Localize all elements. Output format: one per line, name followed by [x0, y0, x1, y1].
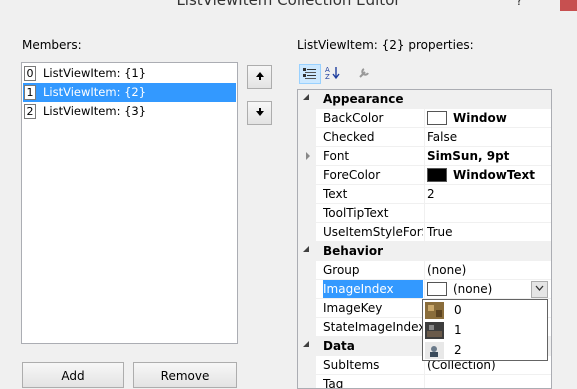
categorized-button[interactable] — [299, 64, 321, 84]
item-label: ListViewItem: {3} — [43, 104, 147, 118]
image-thumbnail — [425, 342, 444, 359]
property-value[interactable]: SimSun, 9pt — [427, 147, 551, 166]
list-item[interactable]: 2 ListViewItem: {3} — [23, 102, 236, 121]
property-row[interactable]: Checked False — [298, 128, 551, 147]
collapse-icon[interactable] — [303, 94, 309, 100]
property-value[interactable]: (none) — [427, 261, 551, 280]
property-value[interactable]: True — [427, 223, 551, 242]
category-appearance[interactable]: Appearance — [298, 90, 551, 109]
property-value[interactable]: False — [427, 128, 551, 147]
move-up-button[interactable] — [247, 65, 272, 89]
category-behavior[interactable]: Behavior — [298, 242, 551, 261]
property-row[interactable]: UseItemStyleForSubItems True — [298, 223, 551, 242]
property-value[interactable] — [427, 375, 551, 388]
item-index: 2 — [24, 104, 36, 119]
members-list[interactable]: 0 ListViewItem: {1} 1 ListViewItem: {2} … — [21, 62, 238, 344]
property-value[interactable] — [427, 204, 551, 223]
property-value[interactable]: WindowText — [427, 166, 551, 185]
dropdown-option[interactable]: 0 — [424, 301, 546, 320]
item-index: 1 — [24, 85, 36, 100]
item-label: ListViewItem: {1} — [43, 66, 147, 80]
item-label: ListViewItem: {2} — [43, 85, 147, 99]
property-pages-button[interactable] — [353, 64, 375, 84]
image-thumbnail — [425, 322, 444, 339]
property-row[interactable]: Font SimSun, 9pt — [298, 147, 551, 166]
property-row-selected[interactable]: ImageIndex (none) — [298, 280, 551, 299]
close-button[interactable] — [560, 0, 577, 11]
dropdown-option[interactable]: 2 — [424, 341, 546, 360]
arrow-up-icon — [255, 72, 264, 80]
title-bar: ListViewItem Collection Editor ? — [0, 0, 577, 14]
image-index-dropdown[interactable]: 0 1 2 — [422, 299, 548, 361]
dropdown-option[interactable]: 1 — [424, 321, 546, 340]
arrow-down-icon — [255, 108, 264, 116]
image-swatch — [427, 281, 447, 296]
collapse-icon[interactable] — [303, 341, 309, 347]
property-row[interactable]: Tag — [298, 375, 551, 388]
add-button[interactable]: Add — [22, 362, 124, 388]
property-row[interactable]: Text 2 — [298, 185, 551, 204]
property-toolbar: AZ — [297, 62, 377, 86]
property-row[interactable]: BackColor Window — [298, 109, 551, 128]
list-item[interactable]: 1 ListViewItem: {2} — [23, 83, 236, 102]
chevron-down-icon — [535, 285, 544, 291]
svg-text:Z: Z — [325, 73, 330, 80]
item-index: 0 — [24, 66, 36, 81]
property-value[interactable]: Window — [427, 109, 551, 128]
color-swatch — [427, 110, 447, 125]
dropdown-button[interactable] — [531, 281, 548, 298]
list-item[interactable]: 0 ListViewItem: {1} — [23, 64, 236, 83]
alphabetical-icon: AZ — [325, 66, 340, 81]
help-button[interactable]: ? — [516, 0, 522, 8]
property-row[interactable]: ToolTipText — [298, 204, 551, 223]
image-thumbnail — [425, 302, 444, 319]
alphabetical-button[interactable]: AZ — [322, 64, 344, 84]
expand-icon[interactable] — [306, 152, 310, 160]
property-value[interactable]: 2 — [427, 185, 551, 204]
members-label: Members: — [22, 38, 82, 52]
remove-button[interactable]: Remove — [133, 362, 237, 388]
wrench-icon — [359, 68, 369, 78]
categorized-icon — [303, 68, 316, 79]
property-row[interactable]: ForeColor WindowText — [298, 166, 551, 185]
properties-label: ListViewItem: {2} properties: — [297, 38, 474, 52]
property-row[interactable]: Group (none) — [298, 261, 551, 280]
move-down-button[interactable] — [247, 101, 272, 125]
window-title: ListViewItem Collection Editor — [176, 0, 401, 9]
color-swatch — [427, 167, 447, 182]
collapse-icon[interactable] — [303, 246, 309, 252]
